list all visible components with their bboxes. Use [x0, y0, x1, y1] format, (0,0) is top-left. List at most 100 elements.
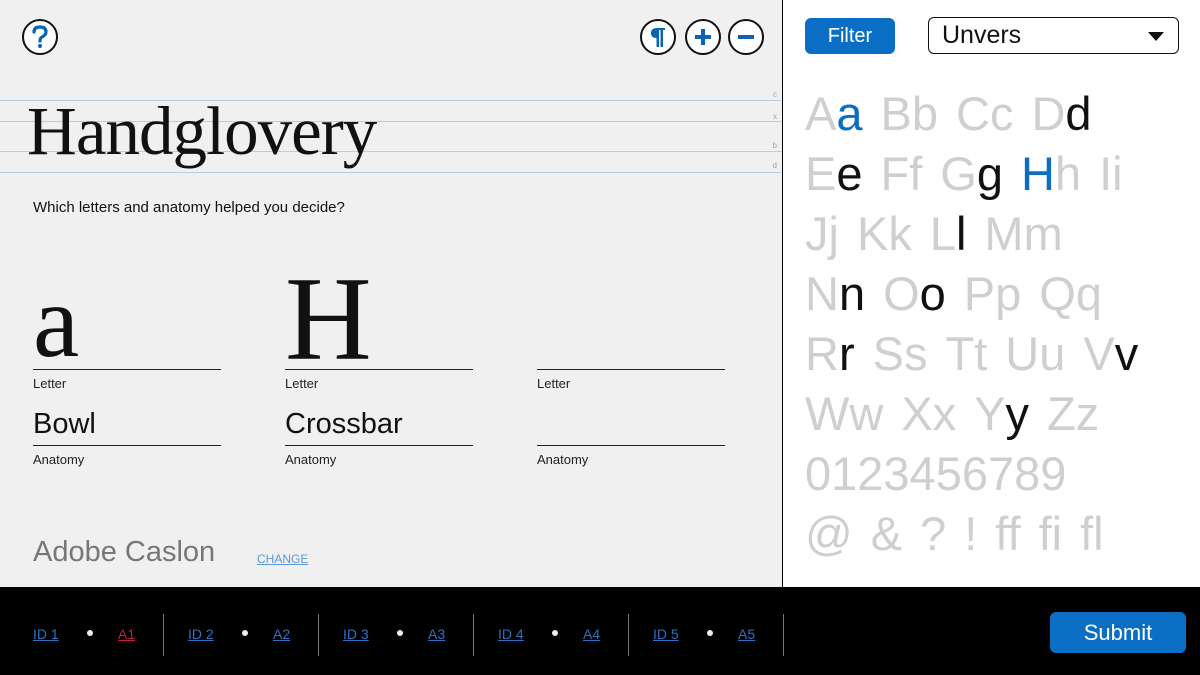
glyph-option[interactable]: I [1099, 147, 1112, 200]
glyph-option[interactable]: z [1076, 387, 1100, 440]
glyph-option[interactable]: fl [1080, 507, 1104, 560]
answer-slot-2[interactable]: H Letter Crossbar Anatomy [285, 250, 473, 480]
zoom-out-button[interactable] [728, 19, 764, 55]
glyph-option[interactable]: @ [805, 507, 853, 560]
glyph-option[interactable]: N [805, 267, 839, 320]
glyph-option[interactable]: B [881, 87, 912, 140]
help-button[interactable] [22, 19, 58, 55]
plus-icon [695, 29, 711, 45]
cap-guide-label: c [773, 90, 777, 99]
glyph-row: Ee Ff Gg Hh Ii [805, 144, 1138, 204]
glyph-option[interactable]: k [888, 207, 912, 260]
glyph-option[interactable]: c [990, 87, 1014, 140]
glyph-option[interactable]: ! [964, 507, 977, 560]
glyph-option[interactable]: 0123456789 [805, 447, 1066, 500]
glyph-option[interactable]: m [1024, 207, 1063, 260]
answer-slot-3[interactable]: Letter Anatomy [537, 250, 725, 480]
glyph-option[interactable]: G [940, 147, 977, 200]
glyph-selected[interactable]: e [836, 147, 862, 200]
glyph-option[interactable]: s [904, 327, 928, 380]
letter-caption: Letter [33, 376, 67, 391]
glyph-option[interactable]: t [974, 327, 987, 380]
glyph-option[interactable]: u [1039, 327, 1065, 380]
glyph-option[interactable]: j [829, 207, 839, 260]
tab-a-4[interactable]: A4 [583, 626, 600, 642]
glyph-option[interactable]: p [995, 267, 1021, 320]
tab-a-1[interactable]: A1 [118, 626, 135, 642]
glyph-option[interactable]: f [909, 147, 922, 200]
glyph-option[interactable]: fi [1039, 507, 1063, 560]
x-guide-label: x [773, 112, 777, 121]
submit-button[interactable]: Submit [1050, 612, 1186, 653]
glyph-option[interactable]: b [912, 87, 938, 140]
anatomy-caption: Anatomy [537, 452, 589, 467]
tab-separator-dot [552, 630, 558, 636]
tab-divider [628, 614, 629, 656]
letter-value: H [285, 252, 372, 385]
glyph-option[interactable]: E [805, 147, 836, 200]
glyph-row: Aa Bb Cc Dd [805, 84, 1138, 144]
glyph-selected[interactable]: n [839, 267, 865, 320]
glyph-selected[interactable]: d [1065, 87, 1091, 140]
glyph-option[interactable]: W [805, 387, 849, 440]
chevron-down-icon [1148, 32, 1164, 41]
filter-button[interactable]: Filter [805, 18, 895, 54]
glyph-option[interactable]: x [933, 387, 957, 440]
glyph-option[interactable]: q [1076, 267, 1102, 320]
glyph-option[interactable]: i [1112, 147, 1122, 200]
tab-a-2[interactable]: A2 [273, 626, 290, 642]
glyph-option[interactable]: h [1055, 147, 1081, 200]
glyph-selected[interactable]: a [836, 87, 862, 140]
glyph-selected[interactable]: l [956, 207, 966, 260]
glyph-selected[interactable]: g [977, 147, 1003, 200]
tab-a-3[interactable]: A3 [428, 626, 445, 642]
letter-caption: Letter [285, 376, 319, 391]
glyph-selected[interactable]: y [1006, 387, 1030, 440]
glyph-selected[interactable]: v [1115, 327, 1139, 380]
glyph-option[interactable]: ff [995, 507, 1020, 560]
glyph-option[interactable]: Y [974, 387, 1005, 440]
glyph-option[interactable]: T [945, 327, 974, 380]
glyph-option[interactable]: C [956, 87, 990, 140]
glyph-option[interactable]: D [1031, 87, 1065, 140]
descender-guide-label: d [772, 161, 777, 170]
glyph-option[interactable]: V [1083, 327, 1114, 380]
letter-underline [537, 369, 725, 370]
tab-id-1[interactable]: ID 1 [33, 626, 59, 642]
glyph-option[interactable]: O [883, 267, 920, 320]
glyph-option[interactable]: M [984, 207, 1023, 260]
tab-id-4[interactable]: ID 4 [498, 626, 524, 642]
glyph-option[interactable]: P [964, 267, 995, 320]
glyph-option[interactable]: Q [1039, 267, 1076, 320]
tab-id-3[interactable]: ID 3 [343, 626, 369, 642]
glyph-selected[interactable]: H [1021, 147, 1055, 200]
glyph-option[interactable]: L [930, 207, 956, 260]
glyph-option[interactable]: ? [920, 507, 946, 560]
glyph-option[interactable]: R [805, 327, 839, 380]
pilcrow-icon [651, 28, 665, 47]
glyph-option[interactable]: A [805, 87, 836, 140]
tab-id-2[interactable]: ID 2 [188, 626, 214, 642]
glyph-option[interactable]: w [849, 387, 883, 440]
tab-a-5[interactable]: A5 [738, 626, 755, 642]
glyph-option[interactable]: U [1005, 327, 1039, 380]
glyph-panel: Filter Unvers Aa Bb Cc Dd Ee Ff Gg Hh Ii Jj Kk Ll Mm… [783, 0, 1200, 587]
glyph-option[interactable]: F [881, 147, 910, 200]
glyph-option[interactable]: S [873, 327, 904, 380]
zoom-in-button[interactable] [685, 19, 721, 55]
letter-underline [33, 369, 221, 370]
paragraph-button[interactable] [640, 19, 676, 55]
tab-divider [783, 614, 784, 656]
anatomy-underline [33, 445, 221, 446]
glyph-selected[interactable]: o [920, 267, 946, 320]
glyph-option[interactable]: K [857, 207, 888, 260]
glyph-option[interactable]: & [871, 507, 902, 560]
change-font-link[interactable]: CHANGE [257, 552, 308, 566]
glyph-option[interactable]: Z [1047, 387, 1076, 440]
tab-id-5[interactable]: ID 5 [653, 626, 679, 642]
glyph-option[interactable]: X [901, 387, 932, 440]
font-dropdown[interactable]: Unvers [928, 17, 1179, 54]
glyph-option[interactable]: J [805, 207, 829, 260]
answer-slot-1[interactable]: a Letter Bowl Anatomy [33, 250, 221, 480]
glyph-selected[interactable]: r [839, 327, 855, 380]
